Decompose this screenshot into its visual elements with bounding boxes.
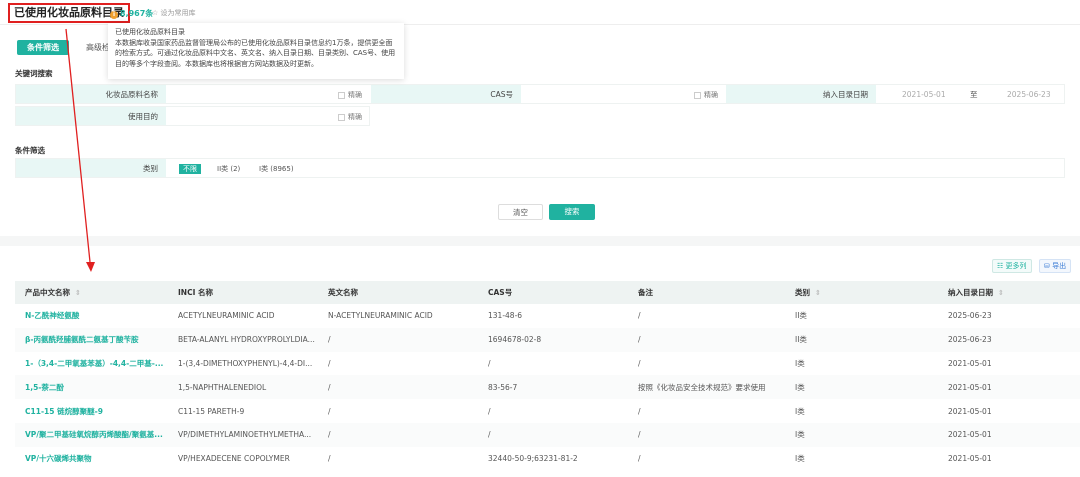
annotation-arrow bbox=[65, 28, 95, 272]
